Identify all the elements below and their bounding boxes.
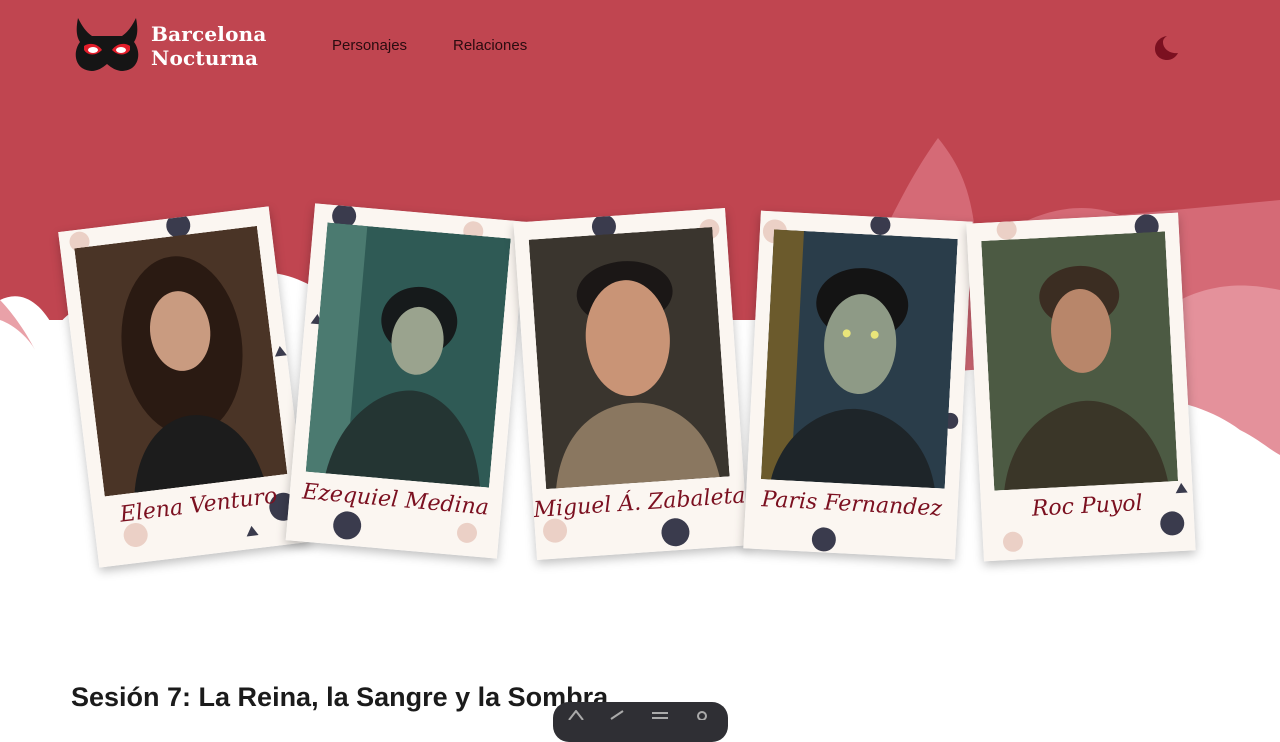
gear-icon[interactable] [693, 710, 711, 720]
character-card[interactable]: Miguel Á. Zabaleta [513, 208, 749, 560]
character-portrait [74, 225, 288, 497]
moon-icon[interactable] [1150, 32, 1180, 62]
character-card[interactable]: Elena Venturo [58, 206, 310, 568]
top-navigation: Barcelona Nocturna Personajes Relaciones [0, 0, 1280, 92]
brand-name[interactable]: Barcelona Nocturna [151, 22, 267, 70]
brush-icon[interactable] [609, 710, 627, 720]
floating-toolbar[interactable] [553, 702, 728, 742]
brand-name-line2: Nocturna [151, 46, 259, 70]
menu-icon[interactable] [651, 710, 669, 720]
nav-link-relaciones[interactable]: Relaciones [453, 37, 527, 54]
text-icon[interactable] [567, 710, 585, 720]
character-card[interactable]: Roc Puyol [966, 212, 1196, 562]
character-portrait [981, 231, 1179, 491]
brand-name-line1: Barcelona [151, 22, 267, 46]
character-card[interactable]: Paris Fernandez [743, 210, 973, 560]
character-portrait [528, 226, 730, 490]
nav-link-personajes[interactable]: Personajes [332, 37, 407, 54]
character-portrait [305, 222, 511, 488]
session-title: Sesión 7: La Reina, la Sangre y la Sombr… [71, 682, 609, 712]
carnival-mask-icon[interactable] [72, 16, 142, 76]
character-card[interactable]: Ezequiel Medina [285, 203, 527, 559]
character-portrait [760, 229, 958, 489]
